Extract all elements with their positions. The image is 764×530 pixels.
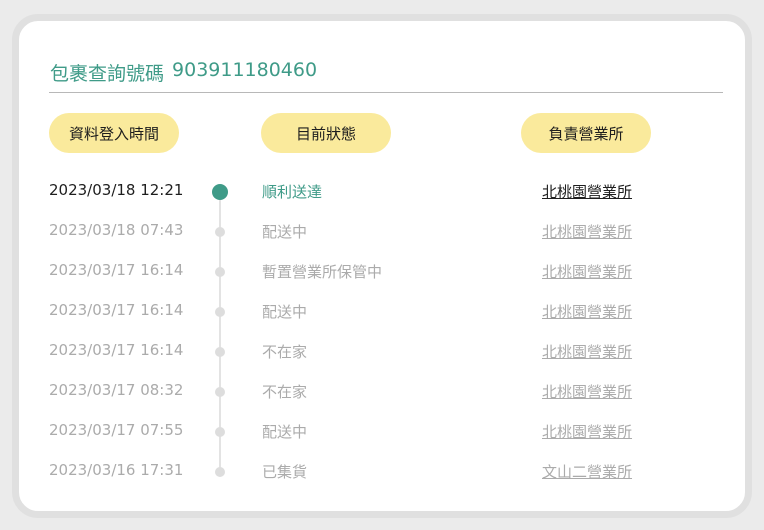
title-label: 包裹查詢號碼 [50,63,165,85]
title-divider [49,92,723,93]
office-link[interactable]: 北桃園營業所 [542,261,632,282]
status-column-header: 目前狀態 [261,113,391,153]
timeline-dot-active [212,184,228,200]
history-row: 2023/03/17 16:14 暫置營業所保管中 北桃園營業所 [19,251,745,291]
timeline-dot [215,427,225,437]
row-status: 配送中 [262,303,308,321]
office-column-header: 負責營業所 [521,113,651,153]
office-link[interactable]: 北桃園營業所 [542,221,632,242]
office-link[interactable]: 北桃園營業所 [542,301,632,322]
history-row: 2023/03/17 07:55 配送中 北桃園營業所 [19,411,745,451]
timeline-dot [215,347,225,357]
time-column-header: 資料登入時間 [49,113,179,153]
timeline-dot [215,387,225,397]
history-row: 2023/03/17 08:32 不在家 北桃園營業所 [19,371,745,411]
row-status: 配送中 [262,223,308,241]
office-link[interactable]: 文山二營業所 [542,461,632,482]
row-time: 2023/03/17 16:14 [49,261,184,279]
row-time: 2023/03/16 17:31 [49,461,184,479]
row-status: 不在家 [262,343,308,361]
page-title: 包裹查詢號碼 903911180460 [50,59,317,86]
row-status: 已集貨 [262,463,308,481]
office-link[interactable]: 北桃園營業所 [542,341,632,362]
row-time: 2023/03/18 12:21 [49,181,184,199]
row-status: 暫置營業所保管中 [262,263,383,281]
timeline-dot [215,307,225,317]
timeline-dot [215,227,225,237]
row-time: 2023/03/18 07:43 [49,221,184,239]
row-time: 2023/03/17 16:14 [49,301,184,319]
timeline-dot [215,267,225,277]
office-link[interactable]: 北桃園營業所 [542,381,632,402]
history-row: 2023/03/17 16:14 配送中 北桃園營業所 [19,291,745,331]
row-status: 配送中 [262,423,308,441]
timeline-dot [215,467,225,477]
tracking-card: 包裹查詢號碼 903911180460 資料登入時間 目前狀態 負責營業所 20… [12,14,752,518]
row-status: 不在家 [262,383,308,401]
history-row: 2023/03/16 17:31 已集貨 文山二營業所 [19,451,745,491]
history-row: 2023/03/18 07:43 配送中 北桃園營業所 [19,211,745,251]
tracking-number: 903911180460 [172,59,318,81]
row-status: 順利送達 [262,183,323,201]
row-time: 2023/03/17 07:55 [49,421,184,439]
office-link[interactable]: 北桃園營業所 [542,421,632,442]
history-row-current: 2023/03/18 12:21 順利送達 北桃園營業所 [19,171,745,211]
office-link[interactable]: 北桃園營業所 [542,181,632,202]
row-time: 2023/03/17 16:14 [49,341,184,359]
history-row: 2023/03/17 16:14 不在家 北桃園營業所 [19,331,745,371]
row-time: 2023/03/17 08:32 [49,381,184,399]
